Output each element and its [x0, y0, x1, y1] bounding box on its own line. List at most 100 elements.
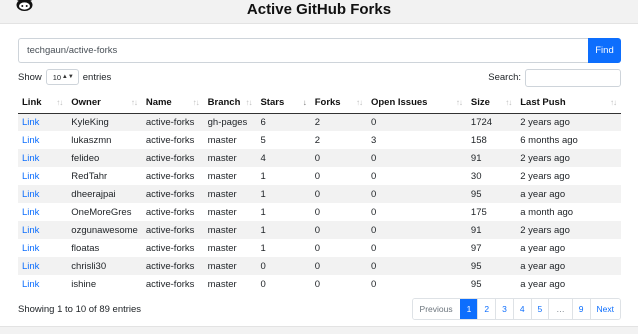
- fork-link[interactable]: Link: [22, 261, 39, 272]
- next-button[interactable]: Next: [589, 299, 620, 319]
- page-button-9[interactable]: 9: [571, 299, 590, 319]
- table-search-label: Search:: [488, 72, 521, 83]
- table-cell: 91: [466, 221, 517, 239]
- fork-link[interactable]: Link: [22, 189, 39, 200]
- table-cell: active-forks: [145, 134, 195, 146]
- table-cell: dheerajpai: [67, 185, 142, 203]
- entries-label: entries: [82, 71, 112, 83]
- sort-icon: ↑↓: [130, 98, 138, 107]
- table-cell: 0: [310, 185, 367, 203]
- table-cell: 0: [314, 278, 321, 290]
- table-cell: Link: [18, 203, 67, 221]
- table-row: Link lukaszmn active-forks master 5 2 3 158 6 mo…: [18, 131, 621, 149]
- table-cell: 0: [366, 113, 467, 131]
- table-cell: a year ago: [516, 257, 621, 275]
- table-cell: 5: [260, 134, 266, 146]
- fork-link[interactable]: Link: [22, 117, 39, 128]
- sort-icon: ↑↓: [56, 98, 63, 107]
- sort-icon: ↑↓: [355, 98, 363, 107]
- app-header: Active GitHub Forks: [0, 0, 638, 24]
- table-cell: felideo: [67, 149, 142, 167]
- footer-bar: [0, 326, 638, 334]
- table-cell: 0: [370, 170, 377, 182]
- table-cell: 0: [366, 257, 467, 275]
- table-cell: 1: [260, 206, 266, 218]
- page-button-1[interactable]: 1: [459, 299, 478, 319]
- table-cell: 0: [314, 206, 321, 218]
- table-cell: 0: [260, 278, 266, 290]
- column-header-link[interactable]: Link ↑↓: [18, 93, 68, 114]
- column-header-name[interactable]: Name ↑↓: [141, 93, 204, 114]
- column-header-branch[interactable]: Branch ↑↓: [203, 93, 257, 114]
- table-cell: 3: [370, 134, 377, 146]
- page-button-5[interactable]: 5: [530, 299, 549, 319]
- column-header-open-issues[interactable]: Open Issues ↑↓: [366, 93, 467, 114]
- table-cell: Link: [18, 113, 68, 131]
- column-header-forks[interactable]: Forks ↑↓: [310, 93, 367, 114]
- table-row: Link RedTahr active-forks master 1 0 0 30 2 year…: [18, 167, 621, 185]
- pagination: Previous 1 2 3 4 5 … 9 Next: [411, 298, 621, 320]
- fork-link[interactable]: Link: [22, 171, 39, 182]
- table-row: Link ishine active-forks master 0 0 0 95 a year …: [18, 275, 621, 293]
- table-cell: chrisli30: [67, 257, 142, 275]
- page-button-2[interactable]: 2: [477, 299, 496, 319]
- table-cell: 2 years ago: [516, 149, 621, 167]
- table-cell: 1724: [466, 113, 517, 131]
- table-cell: Link: [18, 275, 67, 293]
- table-cell: 95: [466, 185, 517, 203]
- table-cell: Link: [18, 257, 68, 275]
- fork-link[interactable]: Link: [22, 243, 39, 254]
- table-cell: lukaszmn: [71, 134, 112, 146]
- table-cell: 2 years ago: [516, 221, 621, 239]
- table-cell: master: [203, 149, 257, 167]
- repo-search-row: Find: [18, 38, 621, 63]
- fork-link[interactable]: Link: [22, 225, 39, 236]
- table-cell: 1: [260, 170, 266, 182]
- table-cell: 0: [370, 206, 377, 218]
- column-header-stars[interactable]: Stars ↓: [256, 93, 311, 114]
- table-search-input[interactable]: [525, 68, 621, 87]
- table-cell: 1: [256, 221, 311, 239]
- table-cell: master: [207, 206, 237, 218]
- table-cell: 0: [366, 185, 467, 203]
- fork-link[interactable]: Link: [22, 153, 39, 164]
- table-cell: 91: [466, 149, 517, 167]
- page-button-4[interactable]: 4: [512, 299, 531, 319]
- page-button-3[interactable]: 3: [495, 299, 513, 319]
- table-cell: active-forks: [145, 206, 195, 218]
- table-row: Link dheerajpai active-forks master 1 0 0 95 a y…: [18, 185, 621, 203]
- table-cell: 30: [470, 170, 482, 182]
- table-cell: master: [207, 242, 237, 254]
- repo-input[interactable]: [18, 38, 588, 63]
- fork-link[interactable]: Link: [22, 207, 39, 218]
- table-cell: KyleKing: [67, 113, 142, 131]
- fork-link[interactable]: Link: [22, 135, 39, 146]
- page-title: Active GitHub Forks: [246, 1, 392, 18]
- table-cell: active-forks: [145, 242, 195, 254]
- column-header-owner[interactable]: Owner ↑↓: [67, 93, 142, 114]
- fork-link[interactable]: Link: [22, 279, 39, 290]
- table-cell: 2 years ago: [516, 113, 621, 131]
- table-cell: 0: [314, 170, 321, 182]
- table-body: Link KyleKing active-forks gh-pages 6 2 0 1724 2…: [18, 113, 621, 293]
- sort-icon: ↑↓: [245, 98, 252, 107]
- column-header-size[interactable]: Size ↑↓: [466, 93, 517, 114]
- table-cell: 158: [470, 134, 487, 146]
- table-cell: master: [203, 185, 257, 203]
- table-cell: 95: [470, 278, 482, 290]
- table-cell: 175: [470, 206, 487, 218]
- table-cell: 97: [470, 242, 482, 254]
- table-cell: 0: [370, 242, 377, 254]
- column-header-last-push[interactable]: Last Push ↑↓: [516, 93, 621, 114]
- table-cell: master: [207, 170, 237, 182]
- table-cell: 95: [466, 257, 517, 275]
- table-cell: 1: [256, 185, 311, 203]
- table-cell: floatas: [71, 242, 100, 254]
- sort-icon: ↑↓: [192, 98, 200, 107]
- find-button[interactable]: Find: [588, 38, 621, 63]
- entries-select[interactable]: 10 ▲▼: [45, 69, 79, 85]
- sort-icon: ↑↓: [455, 98, 463, 107]
- previous-button[interactable]: Previous: [412, 299, 460, 319]
- table-cell: 0: [366, 221, 467, 239]
- table-cell: 2: [310, 113, 367, 131]
